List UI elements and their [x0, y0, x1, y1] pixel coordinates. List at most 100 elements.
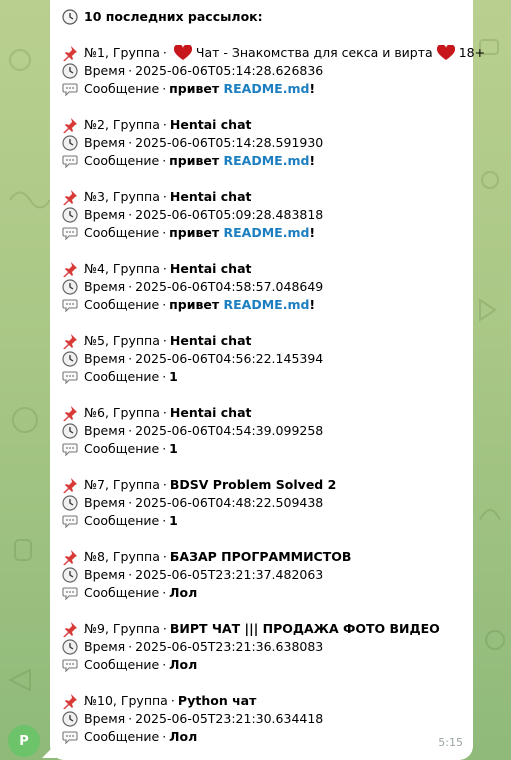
pushpin-icon — [62, 45, 78, 61]
entry-message-line: Сообщение · привет README.md! — [62, 296, 461, 314]
speech-bubble-icon — [62, 657, 78, 673]
separator-dot: · — [162, 81, 167, 96]
entry-time: 2025-06-06T04:58:57.048649 — [135, 279, 324, 294]
entry-time-line: Время · 2025-06-05T23:21:37.482063 — [62, 566, 461, 584]
entry-group-line: №7, Группа · BDSV Problem Solved 2 — [62, 476, 461, 494]
message-link[interactable]: README.md — [224, 224, 310, 242]
separator-dot: · — [128, 135, 133, 150]
entry-time: 2025-06-05T23:21:37.482063 — [135, 567, 324, 582]
message-label: Сообщение — [84, 585, 160, 600]
separator-dot: · — [128, 711, 133, 726]
entry-time: 2025-06-05T23:21:36.638083 — [135, 639, 324, 654]
speech-bubble-icon — [62, 81, 78, 97]
separator-dot: · — [162, 405, 167, 420]
list-item: №1, Группа · Чат - Знакомства для секса и … — [62, 44, 485, 98]
time-label: Время — [84, 423, 126, 438]
group-label: Группа — [112, 261, 160, 276]
message-label: Сообщение — [84, 153, 160, 168]
list-item: №7, Группа · BDSV Problem Solved 2 Время · 20… — [62, 476, 461, 530]
time-label: Время — [84, 495, 126, 510]
entry-message-line: Сообщение · привет README.md! — [62, 152, 461, 170]
message-link[interactable]: README.md — [224, 80, 310, 98]
message-link[interactable]: README.md — [224, 152, 310, 170]
group-label: Группа — [112, 477, 160, 492]
entry-time: 2025-06-06T05:09:28.483818 — [135, 207, 324, 222]
group-name: Hentai chat — [169, 261, 252, 276]
comma: , — [104, 405, 113, 420]
entry-message-line: Сообщение · 1 — [62, 368, 461, 386]
message-bubble[interactable]: 10 последних рассылок: №1, Группа · Чат - … — [50, 0, 485, 760]
separator-dot: · — [162, 225, 167, 240]
clock-icon — [62, 135, 78, 151]
message-link[interactable]: README.md — [224, 296, 310, 314]
entry-number: №5 — [84, 333, 105, 348]
entry-time-line: Время · 2025-06-06T05:14:28.591930 — [62, 134, 461, 152]
message-label: Сообщение — [84, 729, 160, 744]
entry-number: №4 — [84, 261, 105, 276]
message-end: ! — [309, 153, 316, 168]
avatar[interactable]: P — [8, 725, 40, 757]
group-name: ВИРТ ЧАТ ||| ПРОДАЖА ФОТО ВИДЕО — [169, 621, 440, 636]
entry-time-line: Время · 2025-06-05T23:21:36.638083 — [62, 638, 461, 656]
entry-number: №10 — [84, 693, 113, 708]
pushpin-icon — [62, 477, 78, 493]
entry-time: 2025-06-06T05:14:28.626836 — [135, 63, 324, 78]
entry-message-line: Сообщение · 1 — [62, 512, 461, 530]
message-text: Лол — [169, 657, 198, 672]
message-label: Сообщение — [84, 225, 160, 240]
message-label: Сообщение — [84, 297, 160, 312]
time-label: Время — [84, 207, 126, 222]
message-text: Лол — [169, 585, 198, 600]
list-item: №10, Группа · Python чат Время · 2025-06-05T2… — [62, 692, 461, 746]
separator-dot: · — [162, 45, 167, 60]
comma: , — [112, 693, 121, 708]
entry-number: №7 — [84, 477, 105, 492]
message-text: 1 — [169, 513, 178, 528]
comma: , — [104, 621, 113, 636]
heart-icon — [173, 45, 192, 61]
message-header: 10 последних рассылок: — [62, 8, 461, 26]
comma: , — [104, 549, 113, 564]
entry-time: 2025-06-05T23:21:30.634418 — [135, 711, 324, 726]
message-label: Сообщение — [84, 657, 160, 672]
entry-time-line: Время · 2025-06-06T05:09:28.483818 — [62, 206, 461, 224]
clock-icon — [62, 567, 78, 583]
pushpin-icon — [62, 405, 78, 421]
clock-icon — [62, 207, 78, 223]
separator-dot: · — [162, 657, 167, 672]
entry-group-line: №5, Группа · Hentai chat — [62, 332, 461, 350]
list-item: №8, Группа · БАЗАР ПРОГРАММИСТОВ Время · 2025… — [62, 548, 461, 602]
group-label: Группа — [112, 189, 160, 204]
separator-dot: · — [162, 513, 167, 528]
message-time: 5:15 — [438, 736, 463, 749]
heart-icon — [436, 45, 455, 61]
entry-number: №2 — [84, 117, 105, 132]
separator-dot: · — [162, 153, 167, 168]
entry-time: 2025-06-06T04:54:39.099258 — [135, 423, 324, 438]
separator-dot: · — [162, 477, 167, 492]
pushpin-icon — [62, 117, 78, 133]
speech-bubble-icon — [62, 585, 78, 601]
separator-dot: · — [128, 639, 133, 654]
separator-dot: · — [162, 549, 167, 564]
speech-bubble-icon — [62, 441, 78, 457]
speech-bubble-icon — [62, 369, 78, 385]
separator-dot: · — [162, 333, 167, 348]
list-item: №2, Группа · Hentai chat Время · 2025-06-06T0… — [62, 116, 461, 170]
entry-time-line: Время · 2025-06-06T04:54:39.099258 — [62, 422, 461, 440]
entry-group-line: №6, Группа · Hentai chat — [62, 404, 461, 422]
speech-bubble-icon — [62, 225, 78, 241]
message-text: привет — [169, 297, 224, 312]
group-label: Группа — [112, 549, 160, 564]
message-text: 1 — [169, 369, 178, 384]
speech-bubble-icon — [62, 729, 78, 745]
time-label: Время — [84, 351, 126, 366]
group-name: Hentai chat — [169, 333, 252, 348]
comma: , — [104, 189, 113, 204]
entry-message-line: Сообщение · привет README.md! — [62, 224, 461, 242]
pushpin-icon — [62, 261, 78, 277]
group-suffix: 18+ — [458, 45, 486, 60]
entry-message-line: Сообщение · Лол — [62, 656, 461, 674]
entry-message-line: Сообщение · Лол — [62, 584, 461, 602]
group-label: Группа — [112, 45, 160, 60]
